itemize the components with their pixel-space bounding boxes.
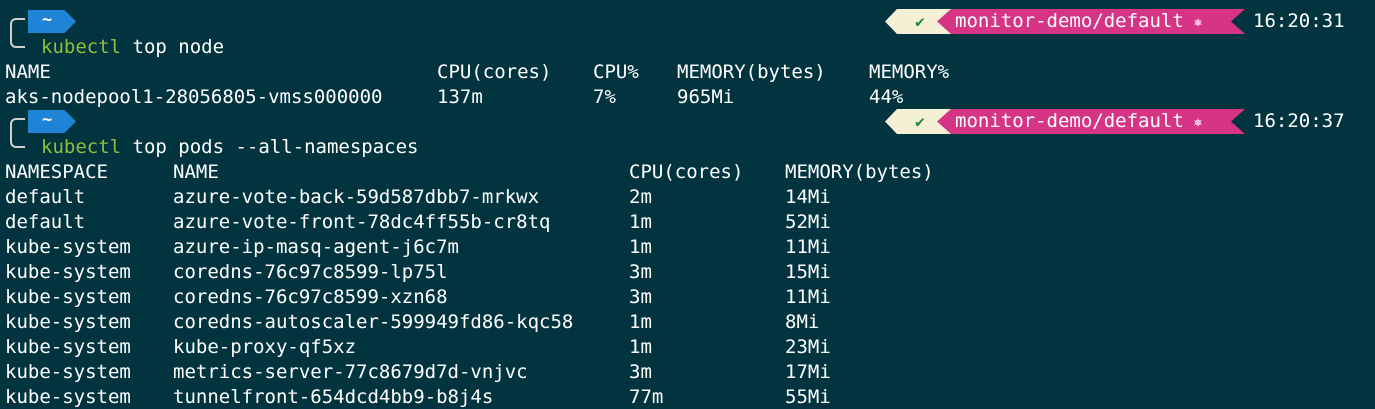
node-cpu-pct: 7% xyxy=(593,86,616,108)
pod-name: coredns-76c97c8599-lp75l xyxy=(173,261,448,283)
k8s-context-segment: monitor-demo/default ⎈ xyxy=(937,109,1245,134)
pod-namespace: kube-system xyxy=(5,336,131,358)
pod-namespace: kube-system xyxy=(5,311,131,333)
pod-name: kube-proxy-qf5xz xyxy=(173,336,357,358)
pod-memory-bytes: 52Mi xyxy=(785,211,831,233)
table-row: aks-nodepool1-28056805-vmss000000 137m 7… xyxy=(0,85,1375,110)
pod-name: metrics-server-77c8679d7d-vnjvc xyxy=(173,361,528,383)
pod-cpu-cores: 3m xyxy=(629,261,652,283)
command-args: top node xyxy=(121,36,225,58)
pod-namespace: kube-system xyxy=(5,386,131,408)
pods-col-cpu-cores: CPU(cores) xyxy=(629,161,744,183)
command-name: kubectl xyxy=(41,36,122,58)
node-col-cpu-cores: CPU(cores) xyxy=(437,61,552,83)
pod-cpu-cores: 2m xyxy=(629,186,652,208)
pod-cpu-cores: 1m xyxy=(629,211,652,233)
table-row: kube-system azure-ip-masq-agent-j6c7m 1m 11… xyxy=(0,235,1375,260)
node-col-cpu-pct: CPU% xyxy=(593,61,639,83)
pod-memory-bytes: 14Mi xyxy=(785,186,831,208)
pod-namespace: kube-system xyxy=(5,286,131,308)
table-row: kube-system coredns-autoscaler-599949fd86… xyxy=(0,310,1375,335)
table-row: kube-system metrics-server-77c8679d7d-vnj… xyxy=(0,360,1375,385)
table-row: kube-system kube-proxy-qf5xz 1m 23Mi xyxy=(0,335,1375,360)
k8s-context-segment: monitor-demo/default ⎈ xyxy=(937,9,1245,34)
pod-name: azure-vote-front-78dc4ff55b-cr8tq xyxy=(173,211,551,233)
kubernetes-icon: ⎈ xyxy=(1193,115,1203,131)
table-row: kube-system tunnelfront-654dcd4bb9-b8j4s 7… xyxy=(0,385,1375,409)
pod-memory-bytes: 11Mi xyxy=(785,286,831,308)
command-args: top pods --all-namespaces xyxy=(121,136,419,158)
pod-memory-bytes: 11Mi xyxy=(785,236,831,258)
command-line-2[interactable]: kubectl top pods --all-namespaces xyxy=(41,135,419,160)
table-row: kube-system coredns-76c97c8599-lp75l 3m 15M… xyxy=(0,260,1375,285)
pod-cpu-cores: 1m xyxy=(629,236,652,258)
pod-cpu-cores: 1m xyxy=(629,311,652,333)
pods-col-name: NAME xyxy=(173,161,219,183)
pod-memory-bytes: 15Mi xyxy=(785,261,831,283)
home-dir-badge: ~ xyxy=(28,10,76,33)
pod-name: azure-vote-back-59d587dbb7-mrkwx xyxy=(173,186,540,208)
pod-name: azure-ip-masq-agent-j6c7m xyxy=(173,236,459,258)
pod-memory-bytes: 23Mi xyxy=(785,336,831,358)
node-col-memory-pct: MEMORY% xyxy=(869,61,950,83)
command-line-1[interactable]: kubectl top node xyxy=(41,35,224,60)
node-memory-bytes: 965Mi xyxy=(677,86,735,108)
pod-namespace: default xyxy=(5,211,86,233)
pod-name: coredns-autoscaler-599949fd86-kqc58 xyxy=(173,311,574,333)
pod-cpu-cores: 77m xyxy=(629,386,664,408)
pods-col-namespace: NAMESPACE xyxy=(5,161,108,183)
right-prompt-1: ✔ monitor-demo/default ⎈ 16:20:31 xyxy=(885,9,1375,34)
pod-name: coredns-76c97c8599-xzn68 xyxy=(173,286,448,308)
prompt-time: 16:20:37 xyxy=(1253,110,1345,132)
pod-namespace: kube-system xyxy=(5,261,131,283)
k8s-context-label: monitor-demo/default xyxy=(955,110,1184,132)
pods-col-memory-bytes: MEMORY(bytes) xyxy=(785,161,934,183)
pod-cpu-cores: 3m xyxy=(629,286,652,308)
pod-namespace: kube-system xyxy=(5,361,131,383)
table-row: default azure-vote-back-59d587dbb7-mrkwx 2… xyxy=(0,185,1375,210)
pod-namespace: default xyxy=(5,186,86,208)
pod-memory-bytes: 17Mi xyxy=(785,361,831,383)
pod-cpu-cores: 1m xyxy=(629,336,652,358)
right-prompt-2: ✔ monitor-demo/default ⎈ 16:20:37 xyxy=(885,109,1375,134)
table-row: kube-system coredns-76c97c8599-xzn68 3m 11M… xyxy=(0,285,1375,310)
pod-cpu-cores: 3m xyxy=(629,361,652,383)
pod-memory-bytes: 8Mi xyxy=(785,311,820,333)
k8s-context-label: monitor-demo/default xyxy=(955,10,1184,32)
node-memory-pct: 44% xyxy=(869,86,904,108)
pods-table-header: NAMESPACE NAME CPU(cores) MEMORY(bytes) xyxy=(0,160,1375,185)
node-col-memory-bytes: MEMORY(bytes) xyxy=(677,61,826,83)
node-cpu-cores: 137m xyxy=(437,86,483,108)
node-col-name: NAME xyxy=(5,61,51,83)
kubernetes-icon: ⎈ xyxy=(1193,15,1203,31)
pod-memory-bytes: 55Mi xyxy=(785,386,831,408)
home-dir-badge: ~ xyxy=(28,110,76,133)
node-table-header: NAME CPU(cores) CPU% MEMORY(bytes) MEMOR… xyxy=(0,60,1375,85)
prompt-time: 16:20:31 xyxy=(1253,10,1345,32)
command-name: kubectl xyxy=(41,136,122,158)
table-row: default azure-vote-front-78dc4ff55b-cr8tq… xyxy=(0,210,1375,235)
pod-name: tunnelfront-654dcd4bb9-b8j4s xyxy=(173,386,494,408)
node-name: aks-nodepool1-28056805-vmss000000 xyxy=(5,86,383,108)
pod-namespace: kube-system xyxy=(5,236,131,258)
